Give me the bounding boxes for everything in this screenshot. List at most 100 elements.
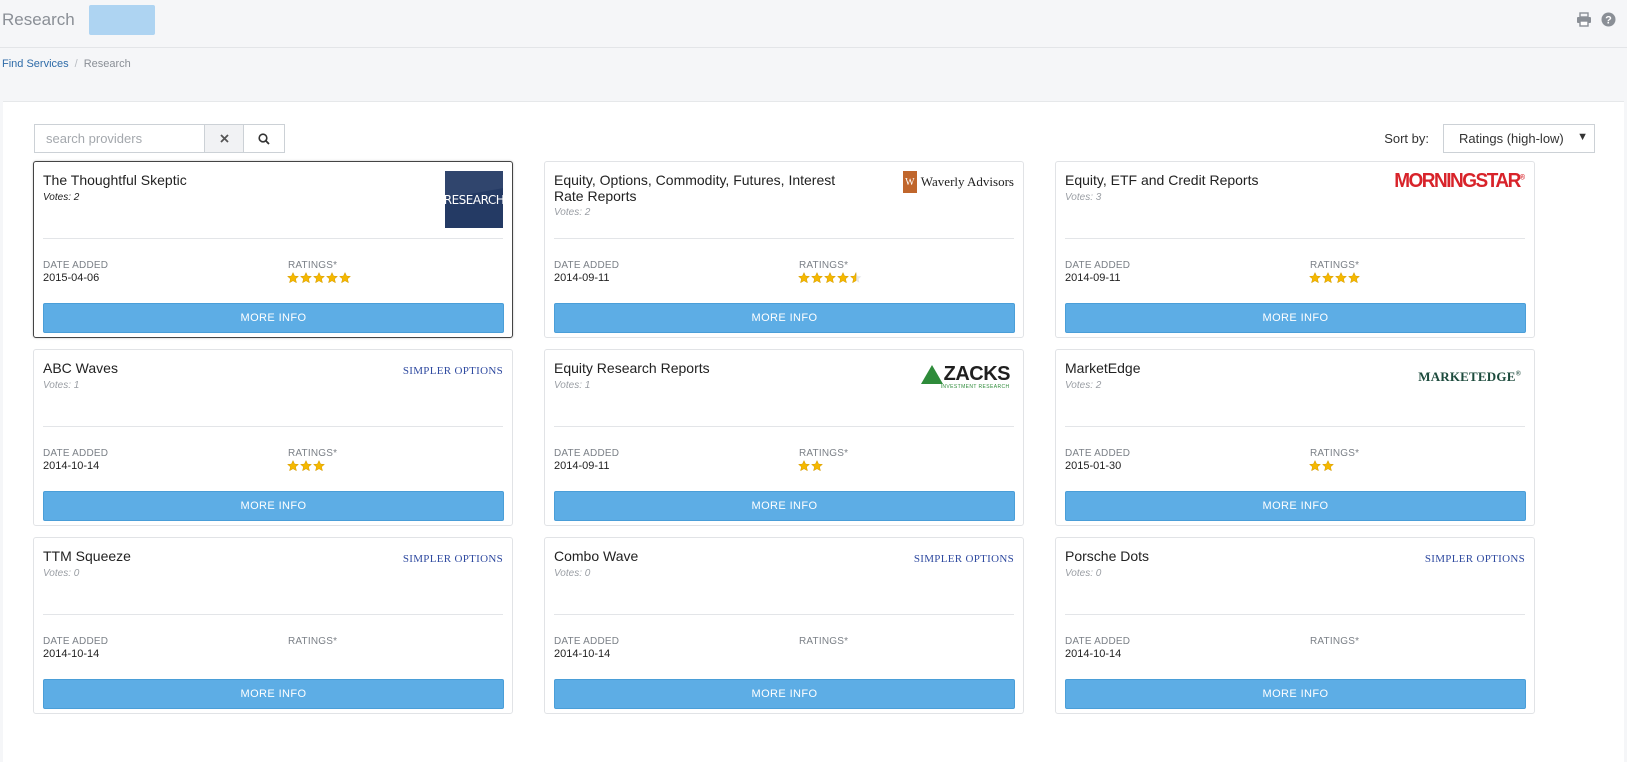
date-added-value: 2014-09-11 xyxy=(554,272,610,284)
date-added-label: DATE ADDED xyxy=(1065,636,1131,647)
provider-title: Equity, ETF and Credit Reports xyxy=(1065,172,1259,188)
more-info-button[interactable]: MORE INFO xyxy=(1065,491,1526,521)
date-added-value: 2014-10-14 xyxy=(43,648,100,660)
ratings-label: RATINGS* xyxy=(799,448,849,459)
provider-title: ABC Waves xyxy=(43,360,118,376)
date-added-value: 2015-01-30 xyxy=(1065,460,1122,472)
printer-icon[interactable] xyxy=(1575,11,1592,28)
more-info-button[interactable]: MORE INFO xyxy=(1065,679,1526,709)
provider-card[interactable]: Combo Wave Votes: 0 SIMPLER OPTIONS DATE AD… xyxy=(544,537,1024,714)
top-icons: ? xyxy=(1575,11,1617,28)
card-divider xyxy=(43,614,503,615)
provider-card[interactable]: Equity, Options, Commodity, Futures, Int… xyxy=(544,161,1024,338)
provider-logo: ZACKS INVESTMENT RESEARCH xyxy=(920,359,1014,390)
star-icon xyxy=(811,272,823,284)
provider-title: The Thoughtful Skeptic xyxy=(43,172,187,188)
provider-card[interactable]: ABC Waves Votes: 1 SIMPLER OPTIONS DATE ADD… xyxy=(33,349,513,526)
ratings-label: RATINGS* xyxy=(288,260,338,271)
provider-logo: MARKETEDGE® xyxy=(1418,359,1525,385)
provider-title: Porsche Dots xyxy=(1065,548,1150,564)
star-icon xyxy=(300,272,312,284)
star-icon xyxy=(1348,272,1360,284)
star-icon xyxy=(313,460,325,472)
rating-stars xyxy=(1309,272,1360,284)
date-added-label: DATE ADDED xyxy=(43,448,109,459)
star-icon xyxy=(313,272,325,284)
page-title: Research xyxy=(2,10,75,29)
star-icon xyxy=(1335,272,1347,284)
more-info-button[interactable]: MORE INFO xyxy=(43,491,504,521)
simpler-options-logo: SIMPLER OPTIONS xyxy=(913,553,1014,565)
provider-title: Combo Wave xyxy=(554,548,639,564)
ratings-label: RATINGS* xyxy=(799,260,849,271)
simpler-options-logo: SIMPLER OPTIONS xyxy=(402,365,503,377)
waverly-advisors-logo: W Waverly Advisors xyxy=(902,171,1014,193)
provider-card[interactable]: MarketEdge Votes: 2 MARKETEDGE® DATE ADDED 2… xyxy=(1055,349,1535,526)
date-added-label: DATE ADDED xyxy=(554,260,620,271)
provider-logo: W Waverly Advisors xyxy=(902,171,1014,193)
date-added-value: 2015-04-06 xyxy=(43,272,100,284)
half-star-icon xyxy=(850,272,862,284)
card-divider xyxy=(43,426,503,427)
ratings-label: RATINGS* xyxy=(288,636,338,647)
ratings-label: RATINGS* xyxy=(799,636,849,647)
breadcrumb-current: Research xyxy=(83,58,131,70)
more-info-button[interactable]: MORE INFO xyxy=(554,303,1015,333)
date-added-label: DATE ADDED xyxy=(43,260,109,271)
provider-card[interactable]: Equity, ETF and Credit Reports Votes: 3 MO… xyxy=(1055,161,1535,338)
star-icon xyxy=(798,272,810,284)
provider-card[interactable]: TTM Squeeze Votes: 0 SIMPLER OPTIONS DATE A… xyxy=(33,537,513,714)
breadcrumb-separator: / xyxy=(74,58,78,70)
star-icon xyxy=(1322,460,1334,472)
help-circle-icon[interactable]: ? xyxy=(1600,11,1617,28)
ratings-label: RATINGS* xyxy=(1310,636,1360,647)
breadcrumb: Find Services / Research xyxy=(2,58,131,70)
provider-title: Equity, Options, Commodity, Futures, Int… xyxy=(554,172,836,204)
star-icon xyxy=(1309,272,1321,284)
ratings-label: RATINGS* xyxy=(1310,260,1360,271)
clear-search-button[interactable] xyxy=(204,124,243,153)
zacks-logo: ZACKS INVESTMENT RESEARCH xyxy=(920,363,1011,390)
date-added-value: 2014-09-11 xyxy=(1065,272,1121,284)
card-divider xyxy=(554,238,1014,239)
date-added-label: DATE ADDED xyxy=(1065,260,1131,271)
date-added-value: 2014-09-11 xyxy=(554,460,610,472)
star-icon xyxy=(798,460,810,472)
search-button[interactable] xyxy=(243,124,285,153)
votes-count: Votes: 2 xyxy=(554,207,591,218)
more-info-button[interactable]: MORE INFO xyxy=(43,303,504,333)
simpler-options-logo: SIMPLER OPTIONS xyxy=(402,553,503,565)
morningstar-logo: MORNINGSTAR® xyxy=(1394,170,1525,193)
more-info-button[interactable]: MORE INFO xyxy=(1065,303,1526,333)
date-added-label: DATE ADDED xyxy=(43,636,109,647)
star-icon xyxy=(287,272,299,284)
card-divider xyxy=(1065,614,1525,615)
marketedge-logo: MARKETEDGE® xyxy=(1418,369,1521,384)
star-icon xyxy=(339,272,351,284)
search-group xyxy=(34,124,285,153)
star-icon xyxy=(837,272,849,284)
provider-logo: SIMPLER OPTIONS xyxy=(403,547,503,565)
breadcrumb-link-find-services[interactable]: Find Services xyxy=(2,58,69,70)
more-info-button[interactable]: MORE INFO xyxy=(43,679,504,709)
provider-logo: SIMPLER OPTIONS xyxy=(914,547,1014,565)
rating-stars xyxy=(798,272,862,284)
sort-selected-value: Ratings (high-low) xyxy=(1459,131,1564,146)
votes-count: Votes: 0 xyxy=(1065,568,1102,579)
votes-count: Votes: 2 xyxy=(1065,380,1102,391)
research-logo: RESEARCH xyxy=(445,171,503,228)
ratings-label: RATINGS* xyxy=(1310,448,1360,459)
provider-card[interactable]: Porsche Dots Votes: 0 SIMPLER OPTIONS DATE … xyxy=(1055,537,1535,714)
more-info-button[interactable]: MORE INFO xyxy=(554,679,1015,709)
search-input[interactable] xyxy=(34,124,204,153)
top-bar: Research ? xyxy=(0,0,1627,48)
more-info-button[interactable]: MORE INFO xyxy=(554,491,1015,521)
rating-stars xyxy=(798,460,823,472)
date-added-value: 2014-10-14 xyxy=(1065,648,1122,660)
sort-select[interactable]: Ratings (high-low) ▼ xyxy=(1443,124,1595,153)
votes-count: Votes: 1 xyxy=(554,380,591,391)
provider-card[interactable]: Equity Research Reports Votes: 1 ZACKS INVE… xyxy=(544,349,1024,526)
votes-count: Votes: 1 xyxy=(43,380,80,391)
provider-card[interactable]: The Thoughtful Skeptic Votes: 2 RESEARCH DA… xyxy=(33,161,513,338)
votes-count: Votes: 3 xyxy=(1065,192,1102,203)
